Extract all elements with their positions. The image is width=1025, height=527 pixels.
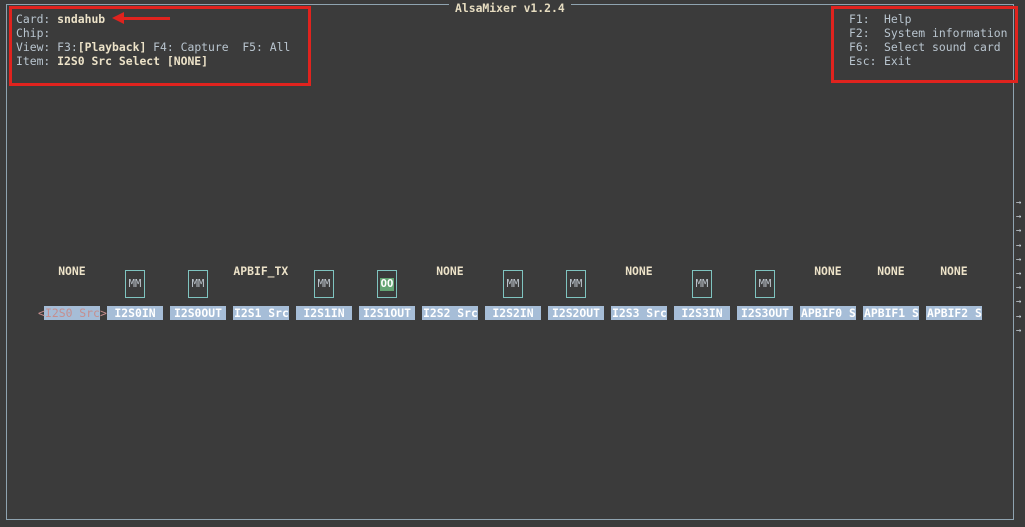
control-label[interactable]: I2S2IN bbox=[485, 306, 541, 320]
enum-value[interactable]: NONE bbox=[625, 264, 652, 278]
mute-switch[interactable]: MM bbox=[314, 270, 334, 298]
control-label[interactable]: I2S1OUT bbox=[359, 306, 415, 320]
enum-value[interactable]: NONE bbox=[814, 264, 841, 278]
control-label[interactable]: I2S2 Src bbox=[422, 306, 478, 320]
selection-bracket-right: > bbox=[100, 306, 107, 320]
mute-switch[interactable]: MM bbox=[503, 270, 523, 298]
control-label[interactable]: APBIF0 S bbox=[800, 306, 856, 320]
enum-value[interactable]: NONE bbox=[58, 264, 85, 278]
enum-value[interactable]: NONE bbox=[940, 264, 967, 278]
control-label[interactable]: I2S3OUT bbox=[737, 306, 793, 320]
control-label[interactable]: I2S3 Src bbox=[611, 306, 667, 320]
control-label[interactable]: I2S2OUT bbox=[548, 306, 604, 320]
enum-value[interactable]: NONE bbox=[877, 264, 904, 278]
switch-state: OO bbox=[379, 277, 395, 291]
switch-state: MM bbox=[128, 277, 142, 290]
left-arrow-icon bbox=[112, 12, 124, 24]
scroll-right-arrow-icon[interactable]: → → → → → → → → → → bbox=[1016, 196, 1025, 338]
control-label[interactable]: I2S1IN bbox=[296, 306, 352, 320]
mute-switch[interactable]: MM bbox=[692, 270, 712, 298]
mute-switch[interactable]: MM bbox=[755, 270, 775, 298]
control-label[interactable]: I2S3IN bbox=[674, 306, 730, 320]
switch-state: MM bbox=[695, 277, 709, 290]
control-label[interactable]: I2S1 Src bbox=[233, 306, 289, 320]
window-title: AlsaMixer v1.2.4 bbox=[449, 2, 571, 14]
control-label[interactable]: APBIF1 S bbox=[863, 306, 919, 320]
switch-state: MM bbox=[506, 277, 520, 290]
switch-state: MM bbox=[569, 277, 583, 290]
help-highlight-box bbox=[831, 6, 1018, 83]
mute-switch[interactable]: OO bbox=[377, 270, 397, 298]
switch-state: MM bbox=[758, 277, 772, 290]
selection-bracket-left: < bbox=[38, 306, 45, 320]
enum-value[interactable]: NONE bbox=[436, 264, 463, 278]
control-label[interactable]: I2S0IN bbox=[107, 306, 163, 320]
switch-state: MM bbox=[317, 277, 331, 290]
switch-state: MM bbox=[191, 277, 205, 290]
control-label[interactable]: I2S0OUT bbox=[170, 306, 226, 320]
mute-switch[interactable]: MM bbox=[125, 270, 145, 298]
annotation-arrow-line bbox=[120, 17, 170, 20]
enum-value[interactable]: APBIF_TX bbox=[233, 264, 288, 278]
control-label[interactable]: I2S0 Src bbox=[44, 306, 100, 320]
mute-switch[interactable]: MM bbox=[566, 270, 586, 298]
control-label[interactable]: APBIF2 S bbox=[926, 306, 982, 320]
mute-switch[interactable]: MM bbox=[188, 270, 208, 298]
